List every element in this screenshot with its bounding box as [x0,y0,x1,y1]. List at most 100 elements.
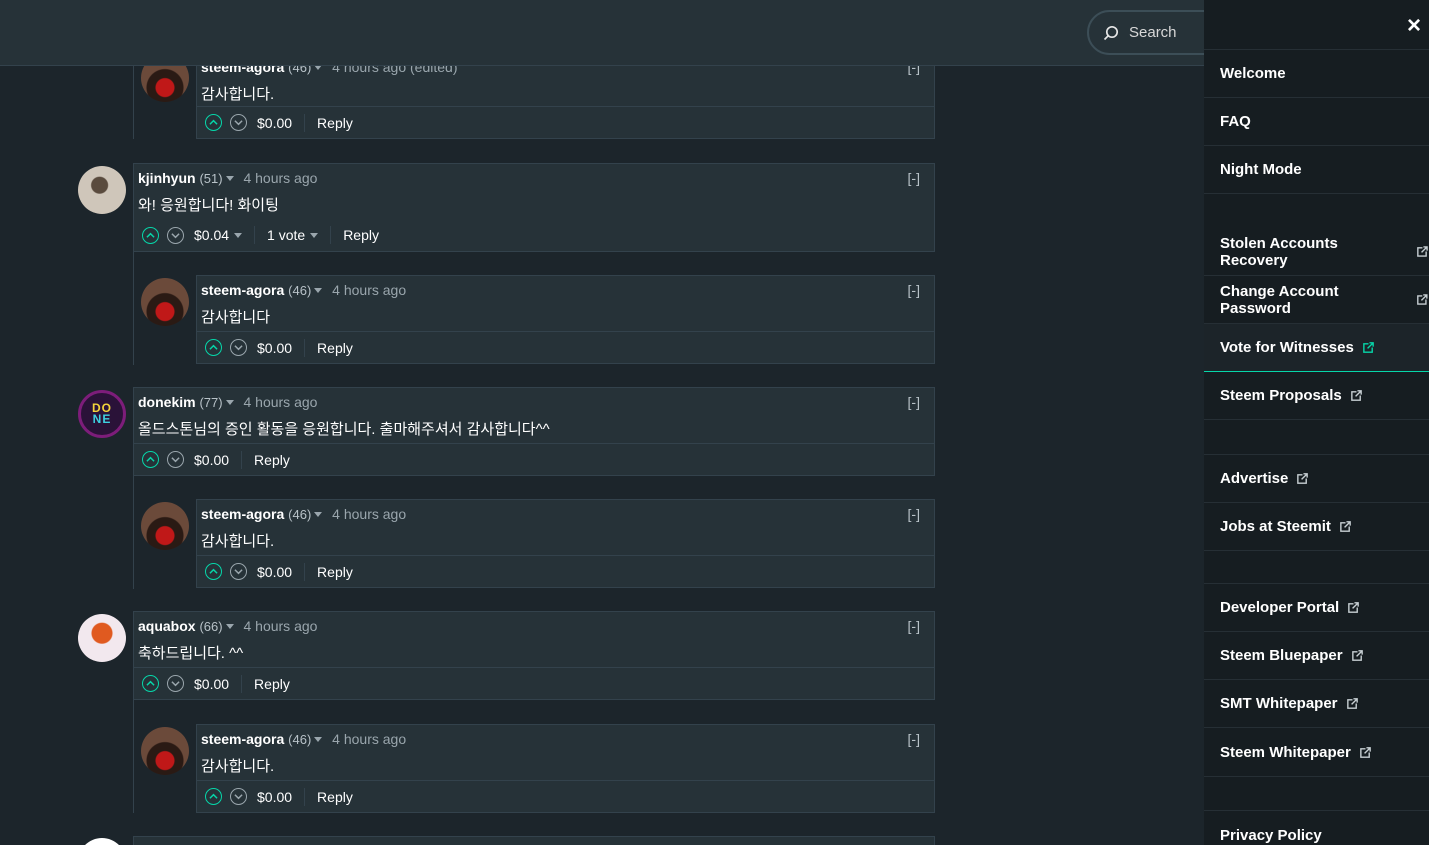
comment-time[interactable]: 4 hours ago [243,618,317,634]
menu-item-privacy-policy[interactable]: Privacy Policy [1204,811,1429,845]
downvote-icon[interactable] [230,114,247,131]
menu-item-steem-bluepaper[interactable]: Steem Bluepaper [1204,632,1429,680]
comment-meta: donekim (77) 4 hours ago [138,394,317,410]
comment-meta: steem-agora (46) 4 hours ago [201,506,406,522]
comment-body: 감사합니다. [201,86,275,103]
divider [304,562,306,581]
reply-button[interactable]: Reply [317,340,353,356]
comment-actions: $0.00 Reply [197,555,934,587]
collapse-toggle[interactable]: [-] [908,731,920,747]
collapse-toggle[interactable]: [-] [908,506,920,522]
menu-item-steem-proposals[interactable]: Steem Proposals [1204,372,1429,420]
avatar[interactable] [78,838,126,845]
downvote-icon[interactable] [167,226,184,244]
close-icon[interactable]: × [1407,12,1421,40]
menu-item-label: Stolen Accounts Recovery [1220,234,1338,269]
author-link[interactable]: donekim [138,394,196,410]
menu-item-faq[interactable]: FAQ [1204,98,1429,146]
external-link-icon [1348,602,1360,613]
avatar[interactable] [141,727,189,775]
menu-item-change-account-password[interactable]: Change Account Password [1204,276,1429,324]
upvote-icon[interactable] [205,114,222,131]
comment-time[interactable]: 4 hours ago [332,282,406,298]
author-link[interactable]: steem-agora [201,731,284,747]
author-menu-caret[interactable] [314,512,323,517]
author-menu-caret[interactable] [225,624,234,629]
menu-item-label: Change Account Password [1220,282,1339,317]
external-link-icon [1297,473,1309,484]
reply-button[interactable]: Reply [254,452,290,468]
author-link[interactable]: steem-agora [201,282,284,298]
author-menu-caret[interactable] [225,400,234,405]
menu-item-label: FAQ [1220,113,1251,130]
payout-caret[interactable] [234,232,243,238]
reply-button[interactable]: Reply [343,227,379,243]
comment-card: steem-agora (46) 4 hours ago [-] 감사합니다 $… [196,275,935,364]
collapse-toggle[interactable]: [-] [908,282,920,298]
author-link[interactable]: aquabox [138,618,196,634]
upvote-icon[interactable] [205,788,222,805]
payout-value[interactable]: $0.00 [194,676,229,692]
menu-item-developer-portal[interactable]: Developer Portal [1204,584,1429,632]
downvote-icon[interactable] [167,451,184,468]
author-menu-caret[interactable] [314,288,323,293]
upvote-icon[interactable] [142,675,159,692]
payout-value[interactable]: $0.00 [257,115,292,131]
search-input[interactable]: Search [1129,24,1177,41]
author-reputation: (66) [199,619,223,634]
payout-value[interactable]: $0.00 [257,564,292,580]
upvote-icon[interactable] [142,226,159,244]
avatar[interactable] [78,166,126,214]
comment-time[interactable]: 4 hours ago [332,731,406,747]
comment-card: donekim (77) 4 hours ago [-] 올드스톤님의 증인 활… [133,387,935,476]
avatar[interactable] [78,614,126,662]
author-menu-caret[interactable] [225,176,234,181]
avatar[interactable] [141,502,189,550]
votes-count: 1 vote [267,227,306,243]
menu-item-welcome[interactable]: Welcome [1204,50,1429,98]
avatar[interactable] [141,278,189,326]
upvote-icon[interactable] [205,339,222,356]
votes-dropdown[interactable]: 1 vote [267,227,319,243]
menu-item-label: SMT Whitepaper [1220,695,1338,712]
downvote-icon[interactable] [230,788,247,805]
menu-item-night-mode[interactable]: Night Mode [1204,146,1429,194]
payout-value[interactable]: $0.00 [194,452,229,468]
menu-item-smt-whitepaper[interactable]: SMT Whitepaper [1204,680,1429,728]
menu-item-vote-for-witnesses[interactable]: Vote for Witnesses [1204,324,1429,372]
menu-item-label: Jobs at Steemit [1220,518,1331,535]
downvote-icon[interactable] [167,675,184,692]
menu-item-jobs-at-steemit[interactable]: Jobs at Steemit [1204,503,1429,551]
reply-button[interactable]: Reply [254,676,290,692]
avatar[interactable]: DO NE [78,390,126,438]
payout-value[interactable]: $0.00 [257,340,292,356]
reply-button[interactable]: Reply [317,564,353,580]
upvote-icon[interactable] [205,563,222,580]
author-link[interactable]: steem-agora [201,506,284,522]
upvote-icon[interactable] [142,451,159,468]
comment-meta: kjinhyun (51) 4 hours ago [138,170,317,186]
payout-value[interactable]: $0.04 [194,227,229,243]
reply-button[interactable]: Reply [317,115,353,131]
menu-item-stolen-accounts-recovery[interactable]: Stolen Accounts Recovery [1204,228,1429,276]
author-menu-caret[interactable] [314,737,323,742]
comment-time[interactable]: 4 hours ago [332,506,406,522]
divider [254,226,256,244]
menu-item-label: Welcome [1220,65,1286,82]
comment-time[interactable]: 4 hours ago [243,170,317,186]
menu-item-steem-whitepaper[interactable]: Steem Whitepaper [1204,729,1429,777]
collapse-toggle[interactable]: [-] [908,618,920,634]
comment-actions: $0.00 Reply [134,443,934,475]
menu-item-advertise[interactable]: Advertise [1204,455,1429,503]
collapse-toggle[interactable]: [-] [908,394,920,410]
comment-time[interactable]: 4 hours ago [243,394,317,410]
comment-meta: steem-agora (46) 4 hours ago [201,282,406,298]
collapse-toggle[interactable]: [-] [908,170,920,186]
author-link[interactable]: kjinhyun [138,170,196,186]
downvote-icon[interactable] [230,563,247,580]
comment-thread: steem-agora (46) 4 hours ago (edited) [-… [0,0,1204,845]
downvote-icon[interactable] [230,339,247,356]
payout-value[interactable]: $0.00 [257,789,292,805]
reply-button[interactable]: Reply [317,789,353,805]
menu-item-label: Steem Whitepaper [1220,744,1351,761]
